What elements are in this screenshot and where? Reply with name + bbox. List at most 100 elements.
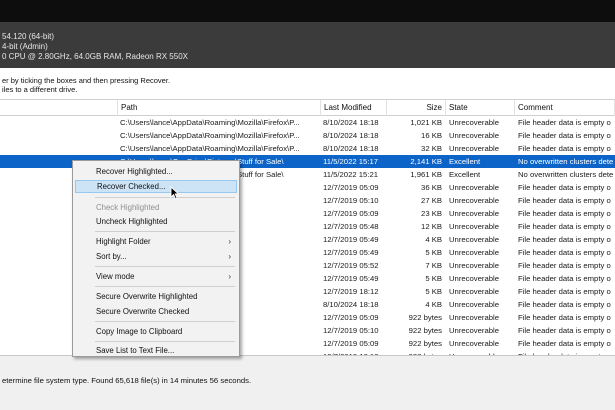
column-header-state[interactable]: State	[446, 100, 515, 116]
cell-last-modified: 12/7/2019 18:12	[323, 287, 379, 296]
cell-size: 1,961 KB	[410, 170, 442, 179]
cell-size: 27 KB	[421, 196, 442, 205]
cell-last-modified: 8/10/2024 18:18	[323, 144, 379, 153]
cell-comment: File header data is empty o	[518, 339, 611, 348]
cell-state: Unrecoverable	[449, 183, 499, 192]
cell-size: 922 bytes	[408, 339, 442, 348]
cell-state: Unrecoverable	[449, 274, 499, 283]
menu-item-sort-by[interactable]: Sort by... ›	[75, 250, 237, 263]
cell-state: Unrecoverable	[449, 339, 499, 348]
cell-size: 36 KB	[421, 183, 442, 192]
menu-separator	[95, 321, 235, 322]
cell-size: 922 bytes	[408, 313, 442, 322]
cell-size: 5 KB	[425, 274, 442, 283]
cell-size: 2,141 KB	[410, 157, 442, 166]
menu-separator	[95, 197, 235, 198]
menu-item-uncheck-highlighted[interactable]: Uncheck Highlighted	[75, 215, 237, 228]
chevron-right-icon: ›	[228, 252, 231, 261]
cell-size: 1,021 KB	[410, 118, 442, 127]
cell-state: Unrecoverable	[449, 209, 499, 218]
menu-item-check-highlighted[interactable]: Check Highlighted	[75, 201, 237, 214]
cell-comment: File header data is empty o	[518, 287, 611, 296]
cell-size: 5 KB	[425, 287, 442, 296]
cell-last-modified: 12/7/2019 05:09	[323, 183, 379, 192]
cell-last-modified: 12/7/2019 05:49	[323, 235, 379, 244]
column-header-path[interactable]: Path	[118, 100, 321, 116]
column-header-filename[interactable]	[0, 100, 118, 116]
os-label: 4-bit (Admin)	[2, 42, 48, 51]
cell-comment: File header data is empty o	[518, 313, 611, 322]
app-info-header: 54.120 (64-bit) 4-bit (Admin) 0 CPU @ 2.…	[0, 22, 615, 68]
cell-comment: File header data is empty o	[518, 248, 611, 257]
menu-item-recover-highlighted[interactable]: Recover Highlighted...	[75, 165, 237, 178]
cell-last-modified: 12/7/2019 05:09	[323, 339, 379, 348]
column-header-comment[interactable]: Comment	[515, 100, 615, 116]
cell-last-modified: 11/5/2022 15:21	[323, 170, 379, 179]
cell-comment: File header data is empty o	[518, 222, 611, 231]
menu-item-copy-image[interactable]: Copy Image to Clipboard	[75, 325, 237, 338]
status-bar: etermine file system type. Found 65,618 …	[0, 355, 615, 410]
cell-comment: File header data is empty o	[518, 183, 611, 192]
hardware-label: 0 CPU @ 2.80GHz, 64.0GB RAM, Radeon RX 5…	[2, 52, 188, 61]
menu-item-sort-by-label: Sort by...	[96, 252, 127, 261]
version-label: 54.120 (64-bit)	[2, 32, 55, 41]
top-title-strip	[0, 0, 615, 22]
cell-size: 7 KB	[425, 261, 442, 270]
cell-state: Unrecoverable	[449, 144, 499, 153]
cell-size: 922 bytes	[408, 326, 442, 335]
menu-separator	[95, 231, 235, 232]
cell-comment: File header data is empty o	[518, 274, 611, 283]
table-row[interactable]: C:\Users\lance\AppData\Roaming\Mozilla\F…	[0, 116, 615, 129]
cell-last-modified: 12/7/2019 05:10	[323, 196, 379, 205]
cell-comment: File header data is empty o	[518, 209, 611, 218]
menu-item-recover-checked[interactable]: Recover Checked...	[75, 180, 237, 193]
menu-separator	[95, 266, 235, 267]
cell-last-modified: 12/7/2019 05:48	[323, 222, 379, 231]
cell-last-modified: 8/10/2024 18:18	[323, 118, 379, 127]
table-row[interactable]: C:\Users\lance\AppData\Roaming\Mozilla\F…	[0, 142, 615, 155]
cell-state: Unrecoverable	[449, 326, 499, 335]
menu-item-secure-overwrite-highlighted[interactable]: Secure Overwrite Highlighted	[75, 290, 237, 303]
cell-comment: File header data is empty o	[518, 131, 611, 140]
column-header-size[interactable]: Size	[387, 100, 446, 116]
cell-comment: File header data is empty o	[518, 326, 611, 335]
cell-state: Unrecoverable	[449, 261, 499, 270]
chevron-right-icon: ›	[228, 237, 231, 246]
cell-last-modified: 12/7/2019 05:49	[323, 248, 379, 257]
cell-path: C:\Users\lance\AppData\Roaming\Mozilla\F…	[120, 131, 300, 140]
table-header: Path Last Modified Size State Comment	[0, 100, 615, 116]
cell-state: Unrecoverable	[449, 313, 499, 322]
cell-path: C:\Users\lance\AppData\Roaming\Mozilla\F…	[120, 118, 300, 127]
menu-item-view-mode-label: View mode	[96, 272, 135, 281]
cell-state: Unrecoverable	[449, 118, 499, 127]
cell-size: 23 KB	[421, 209, 442, 218]
menu-item-save-list[interactable]: Save List to Text File...	[75, 344, 237, 357]
cell-state: Unrecoverable	[449, 248, 499, 257]
status-text: etermine file system type. Found 65,618 …	[2, 376, 252, 385]
cell-state: Unrecoverable	[449, 287, 499, 296]
chevron-right-icon: ›	[228, 272, 231, 281]
cell-comment: No overwritten clusters dete	[518, 170, 614, 179]
cell-last-modified: 12/7/2019 05:52	[323, 261, 379, 270]
cell-size: 5 KB	[425, 248, 442, 257]
cell-comment: No overwritten clusters dete	[518, 157, 614, 166]
menu-item-secure-overwrite-checked[interactable]: Secure Overwrite Checked	[75, 305, 237, 318]
cell-state: Unrecoverable	[449, 196, 499, 205]
menu-separator	[95, 341, 235, 342]
cell-state: Unrecoverable	[449, 222, 499, 231]
cell-last-modified: 12/7/2019 05:09	[323, 313, 379, 322]
cell-size: 32 KB	[421, 144, 442, 153]
column-header-last-modified[interactable]: Last Modified	[321, 100, 387, 116]
cell-state: Unrecoverable	[449, 131, 499, 140]
menu-item-highlight-folder[interactable]: Highlight Folder ›	[75, 235, 237, 248]
cell-size: 4 KB	[425, 300, 442, 309]
cell-size: 16 KB	[421, 131, 442, 140]
cell-size: 12 KB	[421, 222, 442, 231]
instructions-line-2: iles to a different drive.	[2, 85, 78, 94]
cell-last-modified: 8/10/2024 18:18	[323, 131, 379, 140]
mouse-pointer-icon	[170, 186, 180, 200]
table-row[interactable]: C:\Users\lance\AppData\Roaming\Mozilla\F…	[0, 129, 615, 142]
cell-last-modified: 12/7/2019 05:09	[323, 209, 379, 218]
menu-item-view-mode[interactable]: View mode ›	[75, 270, 237, 283]
cell-comment: File header data is empty o	[518, 261, 611, 270]
